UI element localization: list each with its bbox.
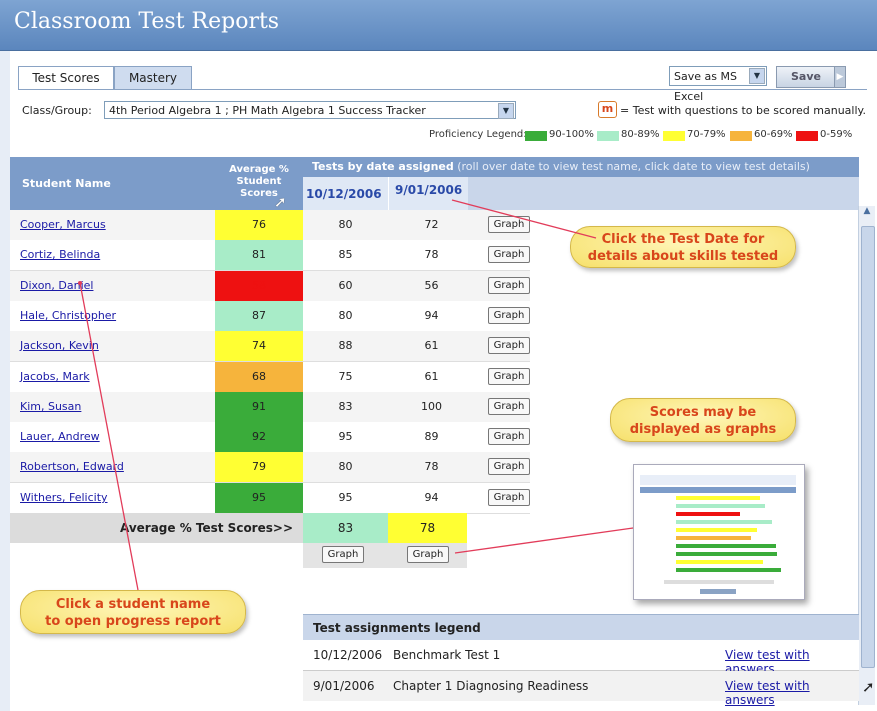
view-test-link[interactable]: View test with answers: [725, 679, 859, 707]
thumbnail-bar: [676, 536, 751, 540]
thumbnail-header: [640, 475, 796, 485]
graph-preview-thumbnail: [633, 464, 805, 600]
assignments-legend-title: Test assignments legend: [313, 621, 481, 635]
thumbnail-bar: [676, 568, 781, 572]
assignments-legend-header: Test assignments legend: [303, 614, 859, 641]
thumbnail-bar: [676, 512, 740, 516]
thumbnail-bar: [676, 544, 776, 548]
thumbnail-legend: [664, 580, 774, 584]
thumbnail-table-header: [640, 487, 796, 493]
thumbnail-bar: [676, 520, 772, 524]
callout-pointer-lines: [78, 199, 634, 591]
assignment-row: 10/12/2006 Benchmark Test 1 View test wi…: [303, 640, 859, 676]
thumbnail-bar: [676, 496, 760, 500]
assignment-date: 9/01/2006: [313, 679, 375, 693]
thumbnail-bar: [676, 552, 777, 556]
assignment-row: 9/01/2006 Chapter 1 Diagnosing Readiness…: [303, 671, 859, 707]
thumbnail-bar: [676, 560, 763, 564]
assignment-name: Benchmark Test 1: [393, 648, 501, 662]
assignment-date: 10/12/2006: [313, 648, 383, 662]
thumbnail-bar: [676, 504, 765, 508]
cursor-icon: ➚: [862, 678, 875, 696]
assignment-name: Chapter 1 Diagnosing Readiness: [393, 679, 589, 693]
thumbnail-buttons: [700, 589, 736, 594]
thumbnail-bar: [676, 528, 757, 532]
